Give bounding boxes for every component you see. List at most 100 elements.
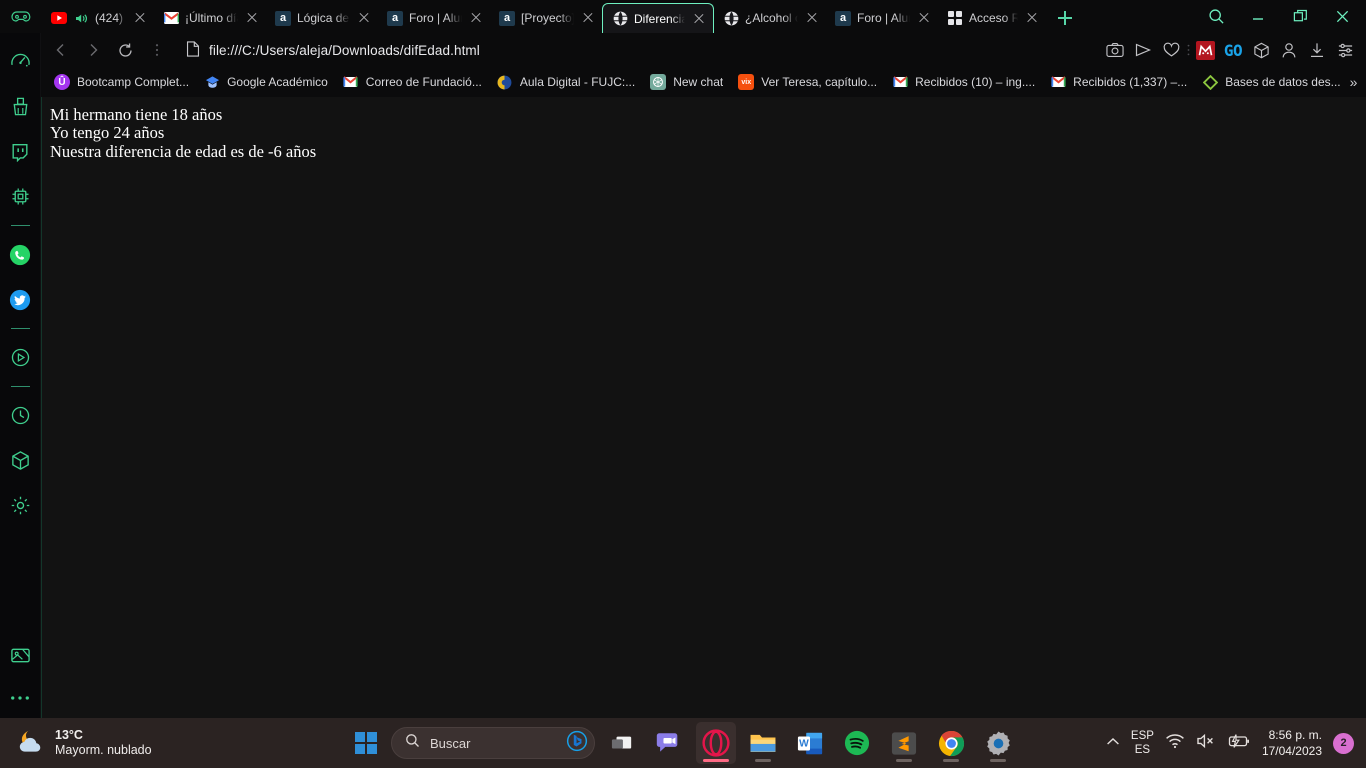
sidebar-item-history[interactable] (0, 393, 41, 438)
browser-tab[interactable]: a Foro | Alura (826, 3, 938, 33)
close-icon[interactable] (1322, 2, 1362, 32)
url-input[interactable]: file:///C:/Users/aleja/Downloads/difEdad… (174, 37, 1100, 63)
language-indicator[interactable]: ESP ES (1131, 729, 1154, 757)
tab-close-icon[interactable] (691, 11, 707, 27)
search-input[interactable]: Buscar (391, 727, 595, 759)
bookmark-item[interactable]: vix Ver Teresa, capítulo... (732, 71, 886, 93)
tab-close-icon[interactable] (244, 10, 260, 26)
browser-tab[interactable]: ¡Último día (154, 3, 266, 33)
task-running-indicator (896, 759, 912, 762)
clock[interactable]: 8:56 p. m. 17/04/2023 (1262, 727, 1322, 759)
bookmarks-overflow-button[interactable]: » (1350, 74, 1366, 90)
browser-tab-active[interactable]: Diferencia d (602, 3, 714, 33)
alura-icon: a (499, 10, 515, 26)
windows-start-icon[interactable] (348, 725, 384, 761)
tab-title: (424) Th (95, 11, 126, 25)
tab-close-icon[interactable] (1024, 10, 1040, 26)
bookmark-label: Bootcamp Complet... (77, 75, 190, 89)
opera-gx[interactable] (696, 722, 736, 764)
chevron-up-icon[interactable] (1106, 734, 1120, 752)
tab-close-icon[interactable] (356, 10, 372, 26)
tab-close-icon[interactable] (132, 10, 148, 26)
gx-gamepad-logo-icon[interactable] (8, 6, 34, 28)
sidebar-item-player[interactable] (0, 335, 41, 380)
bookmark-item[interactable]: Bases de datos des... (1196, 71, 1349, 93)
send-flow-icon[interactable] (1130, 37, 1156, 63)
cube-icon[interactable] (1248, 37, 1274, 63)
bing-copilot-icon[interactable] (566, 730, 588, 757)
address-bar: file:///C:/Users/aleja/Downloads/difEdad… (0, 33, 1366, 67)
sidebar-item-more[interactable] (0, 678, 41, 718)
extension-m-icon[interactable] (1192, 37, 1218, 63)
browser-tab[interactable]: ¿Alcohol o g (714, 3, 826, 33)
easy-setup-icon[interactable] (1332, 37, 1358, 63)
microsoft-teams[interactable] (649, 722, 689, 764)
opera-globe-icon (612, 11, 628, 27)
sidebar-item-whatsapp[interactable] (0, 232, 41, 277)
tab-close-icon[interactable] (468, 10, 484, 26)
weather-description: Mayorm. nublado (55, 743, 152, 757)
bookmark-item[interactable]: Û Bootcamp Complet... (48, 71, 198, 93)
google-chrome[interactable] (931, 722, 971, 764)
sidebar-divider (10, 225, 30, 226)
downloads-icon[interactable] (1304, 37, 1330, 63)
notification-badge[interactable]: 2 (1333, 732, 1354, 754)
wifi-icon[interactable] (1165, 733, 1185, 754)
file-explorer[interactable] (743, 722, 783, 764)
page-viewport: Mi hermano tiene 18 años Yo tengo 24 año… (41, 97, 1366, 718)
bookmark-item[interactable]: Correo de Fundació... (337, 71, 491, 93)
search-icon[interactable] (1196, 2, 1236, 32)
spotify[interactable] (837, 722, 877, 764)
gmail-icon (892, 74, 908, 90)
maximize-icon[interactable] (1280, 2, 1320, 32)
bookmark-item[interactable]: Recibidos (10) – ing.... (886, 71, 1044, 93)
bookmark-item[interactable]: Recibidos (1,337) –... (1044, 71, 1196, 93)
browser-tab[interactable]: Acceso Rápi (938, 3, 1046, 33)
bookmarks-bar: Û Bootcamp Complet... Google Académico C… (0, 67, 1366, 97)
gx-sidebar (0, 33, 41, 718)
back-arrow-icon[interactable] (46, 37, 76, 63)
sidebar-item-wallpaper[interactable] (0, 633, 41, 678)
settings[interactable] (978, 722, 1018, 764)
sidebar-item-gx-control[interactable] (0, 39, 41, 84)
heart-icon[interactable] (1158, 37, 1184, 63)
tab-close-icon[interactable] (804, 10, 820, 26)
profile-icon[interactable] (1276, 37, 1302, 63)
sidebar-item-gx-cleaner[interactable] (0, 84, 41, 129)
browser-tab[interactable]: (424) Th (42, 3, 154, 33)
bookmark-item[interactable]: Google Académico (198, 71, 337, 93)
sidebar-item-gx-corner[interactable] (0, 174, 41, 219)
task-view[interactable] (602, 722, 642, 764)
minimize-icon[interactable] (1238, 2, 1278, 32)
tab-title: Diferencia d (634, 11, 685, 26)
go-extension-icon[interactable]: GO (1220, 37, 1246, 63)
volume-muted-icon[interactable] (1196, 733, 1216, 754)
gmail-icon (343, 74, 359, 90)
browser-tab[interactable]: a Lógica de p (266, 3, 378, 33)
bookmark-item[interactable]: Aula Digital - FUJC:... (491, 71, 644, 93)
sidebar-item-mods[interactable] (0, 438, 41, 483)
sidebar-item-settings[interactable] (0, 483, 41, 528)
tab-audio-icon[interactable] (73, 10, 89, 26)
sidebar-item-twitch[interactable] (0, 129, 41, 174)
bookmark-item[interactable]: New chat (644, 71, 732, 93)
sidebar-item-twitter[interactable] (0, 277, 41, 322)
tab-close-icon[interactable] (916, 10, 932, 26)
browser-tab[interactable]: a [Proyecto] C (490, 3, 602, 33)
weather-widget[interactable]: 13°C Mayorm. nublado (0, 727, 300, 760)
snapshot-icon[interactable] (1102, 37, 1128, 63)
weather-temperature: 13°C (55, 728, 83, 742)
browser-tab[interactable]: a Foro | Alura (378, 3, 490, 33)
tab-title: Acceso Rápi (969, 11, 1018, 25)
battery-charging-icon[interactable] (1227, 733, 1251, 754)
forward-arrow-icon[interactable] (78, 37, 108, 63)
microsoft-word[interactable]: W (790, 722, 830, 764)
kebab-menu-icon[interactable] (142, 37, 172, 63)
page-content: Mi hermano tiene 18 años Yo tengo 24 año… (42, 97, 1366, 170)
sublime-text[interactable] (884, 722, 924, 764)
reload-icon[interactable] (110, 37, 140, 63)
tab-close-icon[interactable] (580, 10, 596, 26)
new-tab-button[interactable] (1052, 4, 1078, 32)
alura-icon: a (387, 10, 403, 26)
bookmark-label: New chat (673, 75, 724, 89)
